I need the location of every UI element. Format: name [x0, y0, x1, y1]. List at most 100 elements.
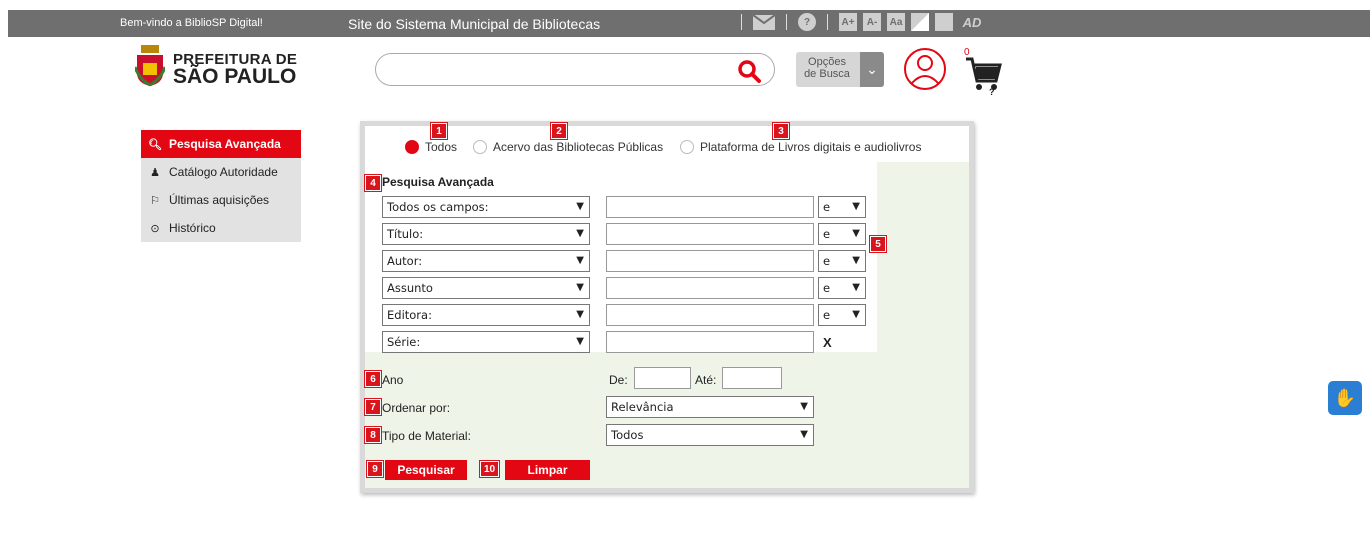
sidebar-item-label: Últimas aquisições	[169, 193, 270, 207]
search-button[interactable]: Pesquisar	[385, 460, 467, 480]
select-value: Assunto	[387, 281, 433, 295]
marker-5: 5	[869, 235, 887, 253]
material-label: Tipo de Material:	[382, 429, 471, 443]
field-input-serie[interactable]	[606, 331, 814, 353]
welcome-text: Bem-vindo a BiblioSP Digital!	[120, 17, 263, 29]
sidebar-item-label: Histórico	[169, 221, 216, 235]
search-input[interactable]	[390, 59, 730, 81]
operator-select-4[interactable]: e ▼	[818, 277, 866, 299]
select-value: e	[823, 200, 831, 214]
select-value: Autor:	[387, 254, 423, 268]
sort-select[interactable]: Relevância ▼	[606, 396, 814, 418]
clock-icon: ⊙	[150, 222, 160, 235]
field-input-editora[interactable]	[606, 304, 814, 326]
envelope-icon[interactable]	[753, 14, 775, 30]
chevron-down-icon: ▼	[576, 201, 584, 212]
field-select-assunto[interactable]: Assunto ▼	[382, 277, 590, 299]
radio-todos[interactable]: Todos	[405, 140, 457, 154]
cart-icon	[966, 57, 1002, 90]
sidebar: 🔍︎ Pesquisa Avançada ♟ Catálogo Autorida…	[141, 130, 301, 242]
accessibility-toolbar: ? A+ A- Aa AD	[736, 13, 985, 31]
chevron-down-icon: ⌄	[860, 52, 884, 87]
operator-select-5[interactable]: e ▼	[818, 304, 866, 326]
logo-line2: SÃO PAULO	[173, 65, 297, 88]
chevron-down-icon: ▼	[576, 255, 584, 266]
select-value: Todos os campos:	[387, 200, 489, 214]
font-reset-icon[interactable]: Aa	[887, 13, 905, 31]
remove-row-x[interactable]: X	[823, 335, 832, 350]
search-options-button[interactable]: Opções de Busca ⌄	[796, 52, 884, 87]
advanced-search-panel: Todos Acervo das Bibliotecas Públicas Pl…	[360, 121, 974, 493]
sort-label: Ordenar por:	[382, 401, 451, 415]
radio-label: Acervo das Bibliotecas Públicas	[493, 140, 664, 154]
radio-plataforma[interactable]: Plataforma de Livros digitais e audioliv…	[680, 140, 921, 154]
search-bar	[375, 53, 775, 86]
chevron-down-icon: ▼	[852, 201, 860, 212]
search-options-label: Opções de Busca	[802, 56, 852, 80]
operator-select-2[interactable]: e ▼	[818, 223, 866, 245]
year-from-label: De:	[609, 373, 628, 387]
sidebar-item-historico[interactable]: ⊙ Histórico	[141, 214, 301, 242]
chevron-down-icon: ▼	[800, 429, 808, 440]
sidebar-item-label: Pesquisa Avançada	[169, 137, 281, 151]
radio-acervo[interactable]: Acervo das Bibliotecas Públicas	[473, 140, 663, 154]
search-options-line1: Opções	[808, 56, 846, 68]
clear-button[interactable]: Limpar	[505, 460, 590, 480]
radio-dot	[405, 140, 419, 154]
marker-4: 4	[364, 174, 382, 192]
operator-select-3[interactable]: e ▼	[818, 250, 866, 272]
field-input-todos[interactable]	[606, 196, 814, 218]
audio-description-icon[interactable]: AD	[959, 13, 985, 31]
font-increase-icon[interactable]: A+	[839, 13, 857, 31]
sidebar-item-label: Catálogo Autoridade	[169, 165, 278, 179]
coat-of-arms-icon	[135, 45, 165, 87]
cart-button[interactable]: 0 ?	[964, 47, 1004, 99]
site-link[interactable]: Site do Sistema Municipal de Bibliotecas	[348, 16, 600, 32]
operator-select-1[interactable]: e ▼	[818, 196, 866, 218]
contrast-icon[interactable]	[911, 13, 929, 31]
chevron-down-icon: ▼	[576, 309, 584, 320]
advanced-search-title: Pesquisa Avançada	[382, 175, 494, 189]
search-icon: 🔍︎	[148, 138, 162, 151]
field-input-assunto[interactable]	[606, 277, 814, 299]
font-decrease-icon[interactable]: A-	[863, 13, 881, 31]
chevron-down-icon: ▼	[576, 336, 584, 347]
field-input-autor[interactable]	[606, 250, 814, 272]
user-icon[interactable]	[903, 47, 947, 91]
field-input-titulo[interactable]	[606, 223, 814, 245]
year-to-label: Até:	[695, 373, 717, 387]
year-from-input[interactable]	[634, 367, 691, 389]
marker-10: 10	[478, 460, 501, 478]
marker-3: 3	[772, 122, 790, 140]
field-select-todos[interactable]: Todos os campos: ▼	[382, 196, 590, 218]
year-label: Ano	[382, 373, 404, 387]
field-select-autor[interactable]: Autor: ▼	[382, 250, 590, 272]
flag-icon: ⚐	[150, 194, 160, 207]
select-value: Série:	[387, 335, 421, 349]
marker-1: 1	[430, 122, 448, 140]
scope-radio-group: Todos Acervo das Bibliotecas Públicas Pl…	[365, 126, 969, 162]
select-value: Editora:	[387, 308, 432, 322]
divider	[827, 14, 828, 30]
person-icon: ♟	[150, 166, 160, 179]
year-to-input[interactable]	[722, 367, 782, 389]
search-icon[interactable]	[736, 58, 762, 84]
sidebar-item-catalogo-autoridade[interactable]: ♟ Catálogo Autoridade	[141, 158, 301, 186]
field-select-serie[interactable]: Série: ▼	[382, 331, 590, 353]
radio-dot	[680, 140, 694, 154]
radio-label: Todos	[425, 140, 458, 154]
radio-dot	[473, 140, 487, 154]
grayscale-icon[interactable]	[935, 13, 953, 31]
sidebar-item-ultimas-aquisicoes[interactable]: ⚐ Últimas aquisições	[141, 186, 301, 214]
field-select-editora[interactable]: Editora: ▼	[382, 304, 590, 326]
select-value: Relevância	[611, 400, 674, 414]
chevron-down-icon: ▼	[852, 228, 860, 239]
field-select-titulo[interactable]: Título: ▼	[382, 223, 590, 245]
top-bar: Bem-vindo a BiblioSP Digital! Site do Si…	[8, 10, 1370, 37]
sign-language-icon[interactable]: ✋	[1328, 381, 1362, 415]
marker-6: 6	[364, 370, 382, 388]
chevron-down-icon: ▼	[852, 255, 860, 266]
material-select[interactable]: Todos ▼	[606, 424, 814, 446]
sidebar-item-pesquisa-avancada[interactable]: 🔍︎ Pesquisa Avançada	[141, 130, 301, 158]
help-icon[interactable]: ?	[798, 13, 816, 31]
